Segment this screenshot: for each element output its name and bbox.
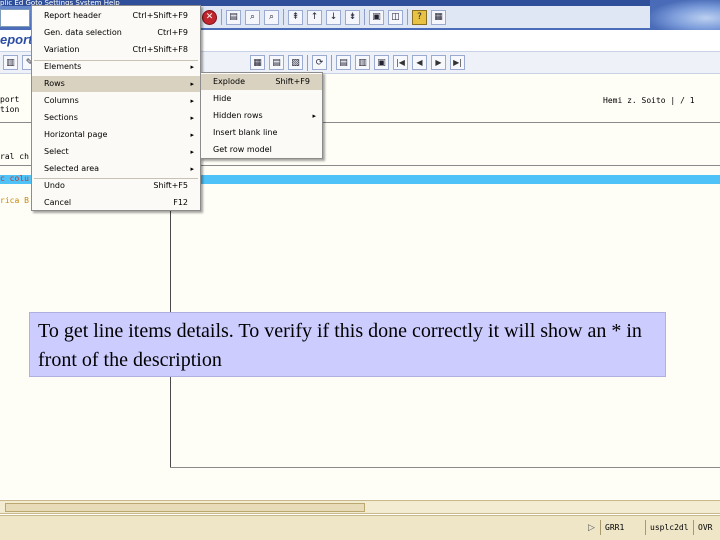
print-icon[interactable]: ▤ xyxy=(226,9,241,25)
layout-icon[interactable]: ▥ xyxy=(3,55,18,70)
menu-item-selected-area[interactable]: Selected area ▸ xyxy=(32,161,200,177)
toolbar-separator xyxy=(364,9,365,25)
menu-item-label: Undo xyxy=(44,181,65,190)
submenu-arrow-icon: ▸ xyxy=(190,148,194,156)
toolbar-separator xyxy=(307,54,308,71)
edit-menu: Report header Ctrl+Shift+F9 Gen. data se… xyxy=(31,5,201,211)
toolbar-separator xyxy=(221,9,222,25)
horizontal-scrollbar[interactable] xyxy=(0,500,720,514)
menu-item-label: Rows xyxy=(44,79,65,88)
next-icon[interactable]: ▶ xyxy=(431,55,446,70)
instruction-callout: To get line items details. To verify if … xyxy=(29,312,666,377)
submenu-arrow-icon: ▸ xyxy=(312,112,316,120)
menu-item-shortcut: Ctrl+Shift+F8 xyxy=(132,45,188,54)
menu-item-select[interactable]: Select ▸ xyxy=(32,144,200,160)
sap-logo-swirl xyxy=(650,0,720,30)
detail-icon[interactable]: ▣ xyxy=(374,55,389,70)
command-field[interactable] xyxy=(0,9,30,27)
author-line: Hemi z. Soito | / 1 xyxy=(603,96,695,105)
menu-item-horizontal-page[interactable]: Horizontal page ▸ xyxy=(32,127,200,143)
find-next-icon[interactable]: ⌕ xyxy=(264,9,279,25)
menu-item-label: Gen. data selection xyxy=(44,28,122,37)
status-server: usplc2dl xyxy=(645,520,689,535)
menu-item-label: Cancel xyxy=(44,198,72,207)
menu-item-label: Get row model xyxy=(213,145,272,154)
menu-item-hide[interactable]: Hide xyxy=(201,91,322,107)
cancel-icon[interactable]: ✕ xyxy=(202,9,217,25)
submenu-arrow-icon: ▸ xyxy=(190,80,194,88)
previous-icon[interactable]: ◀ xyxy=(412,55,427,70)
menu-item-shortcut: Shift+F9 xyxy=(275,77,310,86)
submenu-arrow-icon: ▸ xyxy=(190,63,194,71)
submenu-arrow-icon: ▸ xyxy=(190,114,194,122)
menu-item-undo[interactable]: Undo Shift+F5 xyxy=(32,178,200,194)
scrollbar-thumb[interactable] xyxy=(5,503,365,512)
previous-page-icon[interactable]: ↑ xyxy=(307,9,322,25)
menu-item-label: Columns xyxy=(44,96,79,105)
report-header-fragment: port xyxy=(0,95,20,104)
rows-submenu: Explode Shift+F9 Hide Hidden rows ▸ Inse… xyxy=(200,72,323,159)
menu-item-variation[interactable]: Variation Ctrl+Shift+F8 xyxy=(32,42,200,58)
last-page-icon[interactable]: ⇟ xyxy=(345,9,360,25)
status-expand-icon[interactable]: ▷ xyxy=(588,523,595,533)
menu-item-insert-blank-line[interactable]: Insert blank line xyxy=(201,125,322,141)
toolbar-separator xyxy=(331,54,332,71)
menu-item-label: Variation xyxy=(44,45,80,54)
find-icon[interactable]: ⌕ xyxy=(245,9,260,25)
report-header-fragment: ral ch xyxy=(0,152,29,161)
menu-item-label: Horizontal page xyxy=(44,130,108,139)
report-header-fragment: tion xyxy=(0,105,20,114)
status-bar: ▷ GRR1 usplc2dl OVR xyxy=(0,515,720,540)
menu-item-label: Hidden rows xyxy=(213,111,263,120)
toolbar-separator xyxy=(283,9,284,25)
menu-item-sections[interactable]: Sections ▸ xyxy=(32,110,200,126)
menu-item-report-header[interactable]: Report header Ctrl+Shift+F9 xyxy=(32,8,200,24)
menu-item-label: Insert blank line xyxy=(213,128,278,137)
submenu-arrow-icon: ▸ xyxy=(190,97,194,105)
menu-item-label: Select xyxy=(44,147,69,156)
refresh-icon[interactable]: ⟳ xyxy=(312,55,327,70)
menu-item-columns[interactable]: Columns ▸ xyxy=(32,93,200,109)
menu-item-gen-data-selection[interactable]: Gen. data selection Ctrl+F9 xyxy=(32,25,200,41)
create-session-icon[interactable]: ▣ xyxy=(369,9,384,25)
menu-item-rows[interactable]: Rows ▸ xyxy=(32,76,200,92)
menu-item-shortcut: Shift+F5 xyxy=(153,181,188,190)
save-icon[interactable]: ▤ xyxy=(269,55,284,70)
menu-item-shortcut: Ctrl+F9 xyxy=(157,28,188,37)
menu-item-label: Elements xyxy=(44,62,82,71)
column-header-fragment: c colu xyxy=(0,174,29,183)
standard-toolbar: ✕ ▤ ⌕ ⌕ ⇞ ↑ ↓ ⇟ ▣ ◫ ? ▦ xyxy=(200,6,650,28)
menu-item-label: Report header xyxy=(44,11,102,20)
help-icon[interactable]: ? xyxy=(412,9,427,25)
first-icon[interactable]: |◀ xyxy=(393,55,408,70)
menu-item-elements[interactable]: Elements ▸ xyxy=(32,59,200,75)
page-title: eport xyxy=(0,32,33,47)
status-system: GRR1 xyxy=(600,520,624,535)
table-bottom-line xyxy=(170,467,720,468)
menu-item-get-row-model[interactable]: Get row model xyxy=(201,142,322,158)
menu-item-label: Sections xyxy=(44,113,78,122)
customize-layout-icon[interactable]: ▦ xyxy=(431,9,446,25)
first-page-icon[interactable]: ⇞ xyxy=(288,9,303,25)
menu-item-label: Hide xyxy=(213,94,232,103)
menu-item-explode[interactable]: Explode Shift+F9 xyxy=(201,74,322,90)
row-label-fragment[interactable]: rica B xyxy=(0,196,29,205)
submenu-arrow-icon: ▸ xyxy=(190,165,194,173)
last-icon[interactable]: ▶| xyxy=(450,55,465,70)
overview-icon[interactable]: ▤ xyxy=(336,55,351,70)
menu-item-label: Explode xyxy=(213,77,245,86)
menu-item-cancel[interactable]: Cancel F12 xyxy=(32,195,200,211)
shortcut-icon[interactable]: ◫ xyxy=(388,9,403,25)
menu-item-hidden-rows[interactable]: Hidden rows ▸ xyxy=(201,108,322,124)
status-mode: OVR xyxy=(693,520,712,535)
submenu-arrow-icon: ▸ xyxy=(190,131,194,139)
drilldown-icon[interactable]: ▥ xyxy=(355,55,370,70)
menu-item-label: Selected area xyxy=(44,164,100,173)
select-icon[interactable]: ▦ xyxy=(250,55,265,70)
toolbar-separator xyxy=(407,9,408,25)
next-page-icon[interactable]: ↓ xyxy=(326,9,341,25)
menu-item-shortcut: Ctrl+Shift+F9 xyxy=(132,11,188,20)
graphic-icon[interactable]: ▧ xyxy=(288,55,303,70)
menu-item-shortcut: F12 xyxy=(173,198,188,207)
